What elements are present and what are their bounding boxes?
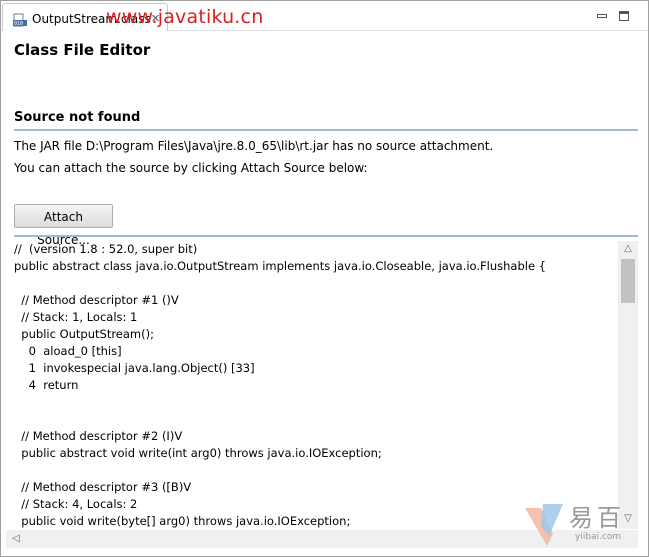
code-line: public OutputStream(); [14, 327, 154, 341]
attach-source-button[interactable]: Attach Source... [14, 204, 113, 247]
watermark-text: www.javatiku.cn [106, 6, 264, 28]
vertical-scrollbar[interactable]: △ ▽ [618, 241, 638, 529]
code-line: // Method descriptor #3 ([B)V [14, 480, 192, 494]
code-line: public abstract class java.io.OutputStre… [14, 259, 546, 273]
editor-title: Class File Editor [14, 41, 151, 59]
scroll-left-icon[interactable]: ◁ [10, 533, 22, 544]
minimize-icon[interactable] [596, 10, 608, 22]
code-line: // Stack: 4, Locals: 2 [14, 497, 138, 511]
code-line: public abstract void write(int arg0) thr… [14, 446, 382, 460]
code-line: 0 aload_0 [this] [14, 344, 122, 358]
brand-name: 易百 [569, 504, 625, 532]
code-line: 1 invokespecial java.lang.Object() [33] [14, 361, 255, 375]
svg-text:010: 010 [14, 21, 23, 27]
info-text-attach: You can attach the source by clicking At… [14, 161, 368, 175]
vertical-scroll-thumb[interactable] [621, 259, 635, 303]
code-line: // Stack: 1, Locals: 1 [14, 310, 138, 324]
editor-window: 010 OutputStream.class ✕ www.javatiku.cn… [0, 0, 649, 557]
code-line: // (version 1.8 : 52.0, super bit) [14, 242, 198, 256]
code-separator [14, 235, 638, 237]
info-text-jar: The JAR file D:\Program Files\Java\jre.8… [14, 139, 494, 153]
code-line: // Method descriptor #1 ()V [14, 293, 179, 307]
code-line: // Method descriptor #2 (I)V [14, 429, 183, 443]
brand-url: yiibai.com [575, 532, 622, 542]
section-title: Source not found [14, 110, 141, 125]
bytecode-viewer[interactable]: // (version 1.8 : 52.0, super bit) publi… [6, 239, 638, 529]
section-separator [14, 129, 638, 131]
class-file-icon: 010 [13, 13, 27, 27]
tab-bar: 010 OutputStream.class ✕ www.javatiku.cn [1, 1, 648, 31]
code-line: 4 return [14, 378, 79, 392]
maximize-icon[interactable] [618, 10, 630, 22]
scroll-up-icon[interactable]: △ [618, 243, 638, 254]
code-line: public void write(byte[] arg0) throws ja… [14, 514, 351, 528]
